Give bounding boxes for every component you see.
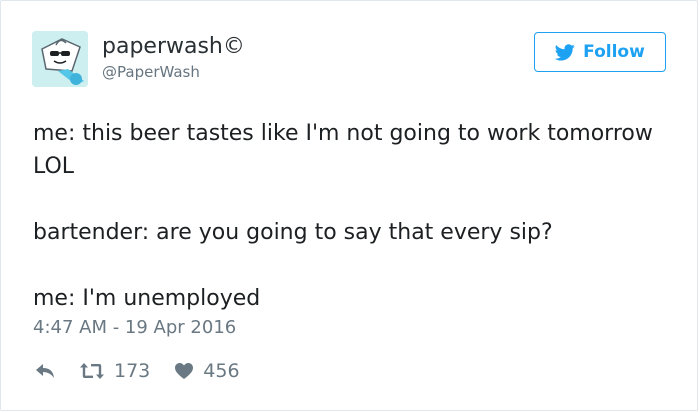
follow-button-label: Follow — [583, 42, 645, 62]
tweet-card: paperwash© @PaperWash Follow me: this be… — [0, 0, 698, 411]
reply-button[interactable] — [35, 363, 55, 379]
retweet-icon — [79, 362, 105, 380]
tweet-line-3: me: I'm unemployed — [33, 286, 261, 311]
author-display-name[interactable]: paperwash© — [102, 33, 245, 61]
twitter-bird-icon — [555, 43, 575, 61]
author-handle[interactable]: @PaperWash — [102, 62, 245, 82]
tweet-actions: 173 456 — [33, 357, 240, 385]
tweet-header: paperwash© @PaperWash Follow — [32, 31, 666, 89]
tweet-line-1: me: this beer tastes like I'm not going … — [33, 121, 653, 179]
tweet-text: me: this beer tastes like I'm not going … — [33, 117, 653, 315]
like-button[interactable]: 456 — [174, 360, 240, 382]
retweet-count: 173 — [114, 360, 151, 382]
tweet-line-2: bartender: are you going to say that eve… — [33, 220, 553, 245]
heart-icon — [174, 362, 194, 380]
tissue-box-avatar-icon[interactable] — [32, 31, 88, 87]
retweet-button[interactable]: 173 — [79, 360, 150, 382]
tweet-timestamp[interactable]: 4:47 AM - 19 Apr 2016 — [33, 317, 236, 338]
author-names: paperwash© @PaperWash — [102, 33, 245, 82]
display-name-text[interactable]: paperwash — [102, 34, 223, 59]
follow-button[interactable]: Follow — [534, 32, 666, 72]
like-count: 456 — [203, 360, 240, 382]
reply-icon — [35, 363, 55, 379]
copyright-badge: © — [222, 34, 245, 59]
